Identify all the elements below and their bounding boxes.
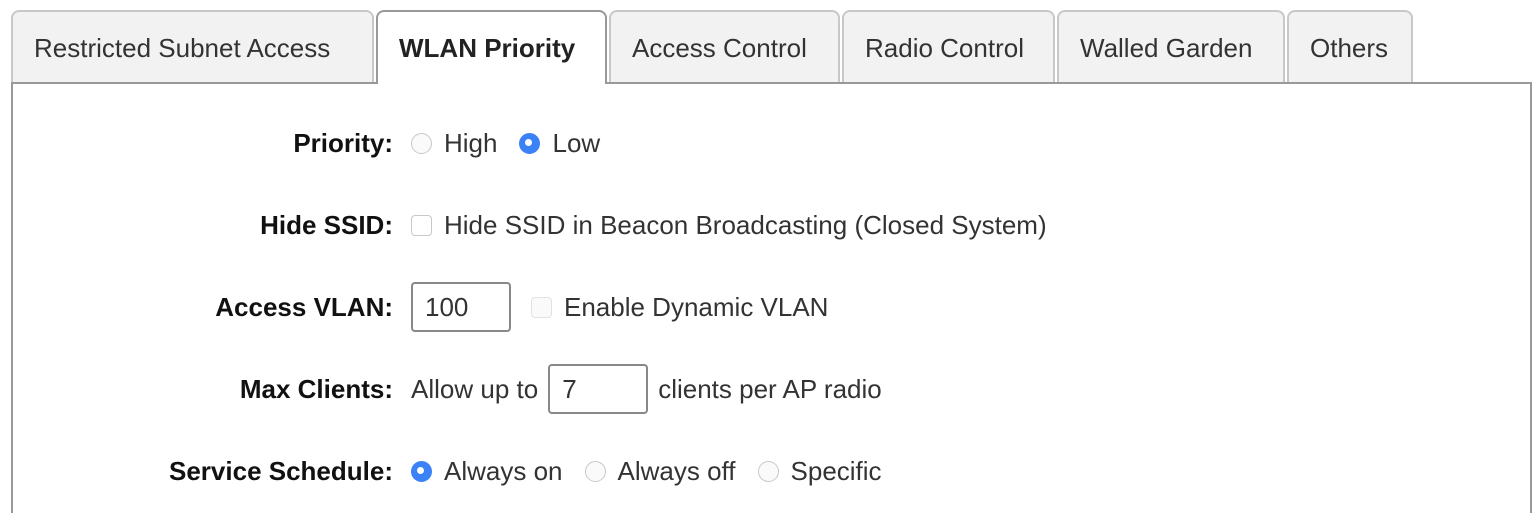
max-clients-input[interactable]: 7 — [548, 364, 649, 414]
priority-label: Priority: — [293, 127, 393, 158]
service-schedule-label: Service Schedule: — [169, 455, 393, 486]
max-clients-suffix: clients per AP radio — [658, 373, 882, 404]
wlan-priority-panel: Priority: High Low Hide SSID: Hide SSID … — [11, 82, 1532, 513]
hide-ssid-label: Hide SSID: — [260, 209, 393, 240]
tab-wlan-priority[interactable]: WLAN Priority — [376, 10, 607, 84]
always-on-label[interactable]: Always on — [444, 456, 563, 487]
specific-radio[interactable] — [757, 460, 779, 482]
always-off-radio[interactable] — [584, 460, 606, 482]
priority-low-label[interactable]: Low — [552, 128, 600, 159]
max-clients-prefix: Allow up to — [411, 373, 539, 404]
access-vlan-input[interactable]: 100 — [411, 282, 511, 332]
tab-radio-control[interactable]: Radio Control — [842, 10, 1055, 82]
access-vlan-label: Access VLAN: — [215, 291, 393, 322]
max-clients-label: Max Clients: — [239, 373, 393, 404]
always-on-radio[interactable] — [411, 460, 432, 482]
enable-dynamic-vlan-label[interactable]: Enable Dynamic VLAN — [564, 292, 828, 323]
specific-label[interactable]: Specific — [791, 456, 882, 487]
tab-access-control[interactable]: Access Control — [609, 10, 840, 82]
tab-bar: Restricted Subnet Access WLAN Priority A… — [11, 10, 1415, 84]
priority-high-radio[interactable] — [411, 132, 432, 154]
always-off-label[interactable]: Always off — [618, 456, 736, 487]
tab-others[interactable]: Others — [1287, 10, 1413, 82]
tab-walled-garden[interactable]: Walled Garden — [1057, 10, 1285, 82]
enable-dynamic-vlan-checkbox[interactable] — [531, 296, 552, 318]
hide-ssid-checkbox[interactable] — [411, 214, 432, 236]
hide-ssid-checkbox-label[interactable]: Hide SSID in Beacon Broadcasting (Closed… — [444, 210, 1047, 241]
priority-high-label[interactable]: High — [444, 128, 497, 159]
priority-low-radio[interactable] — [519, 132, 541, 154]
tab-restricted-subnet-access[interactable]: Restricted Subnet Access — [11, 10, 374, 82]
